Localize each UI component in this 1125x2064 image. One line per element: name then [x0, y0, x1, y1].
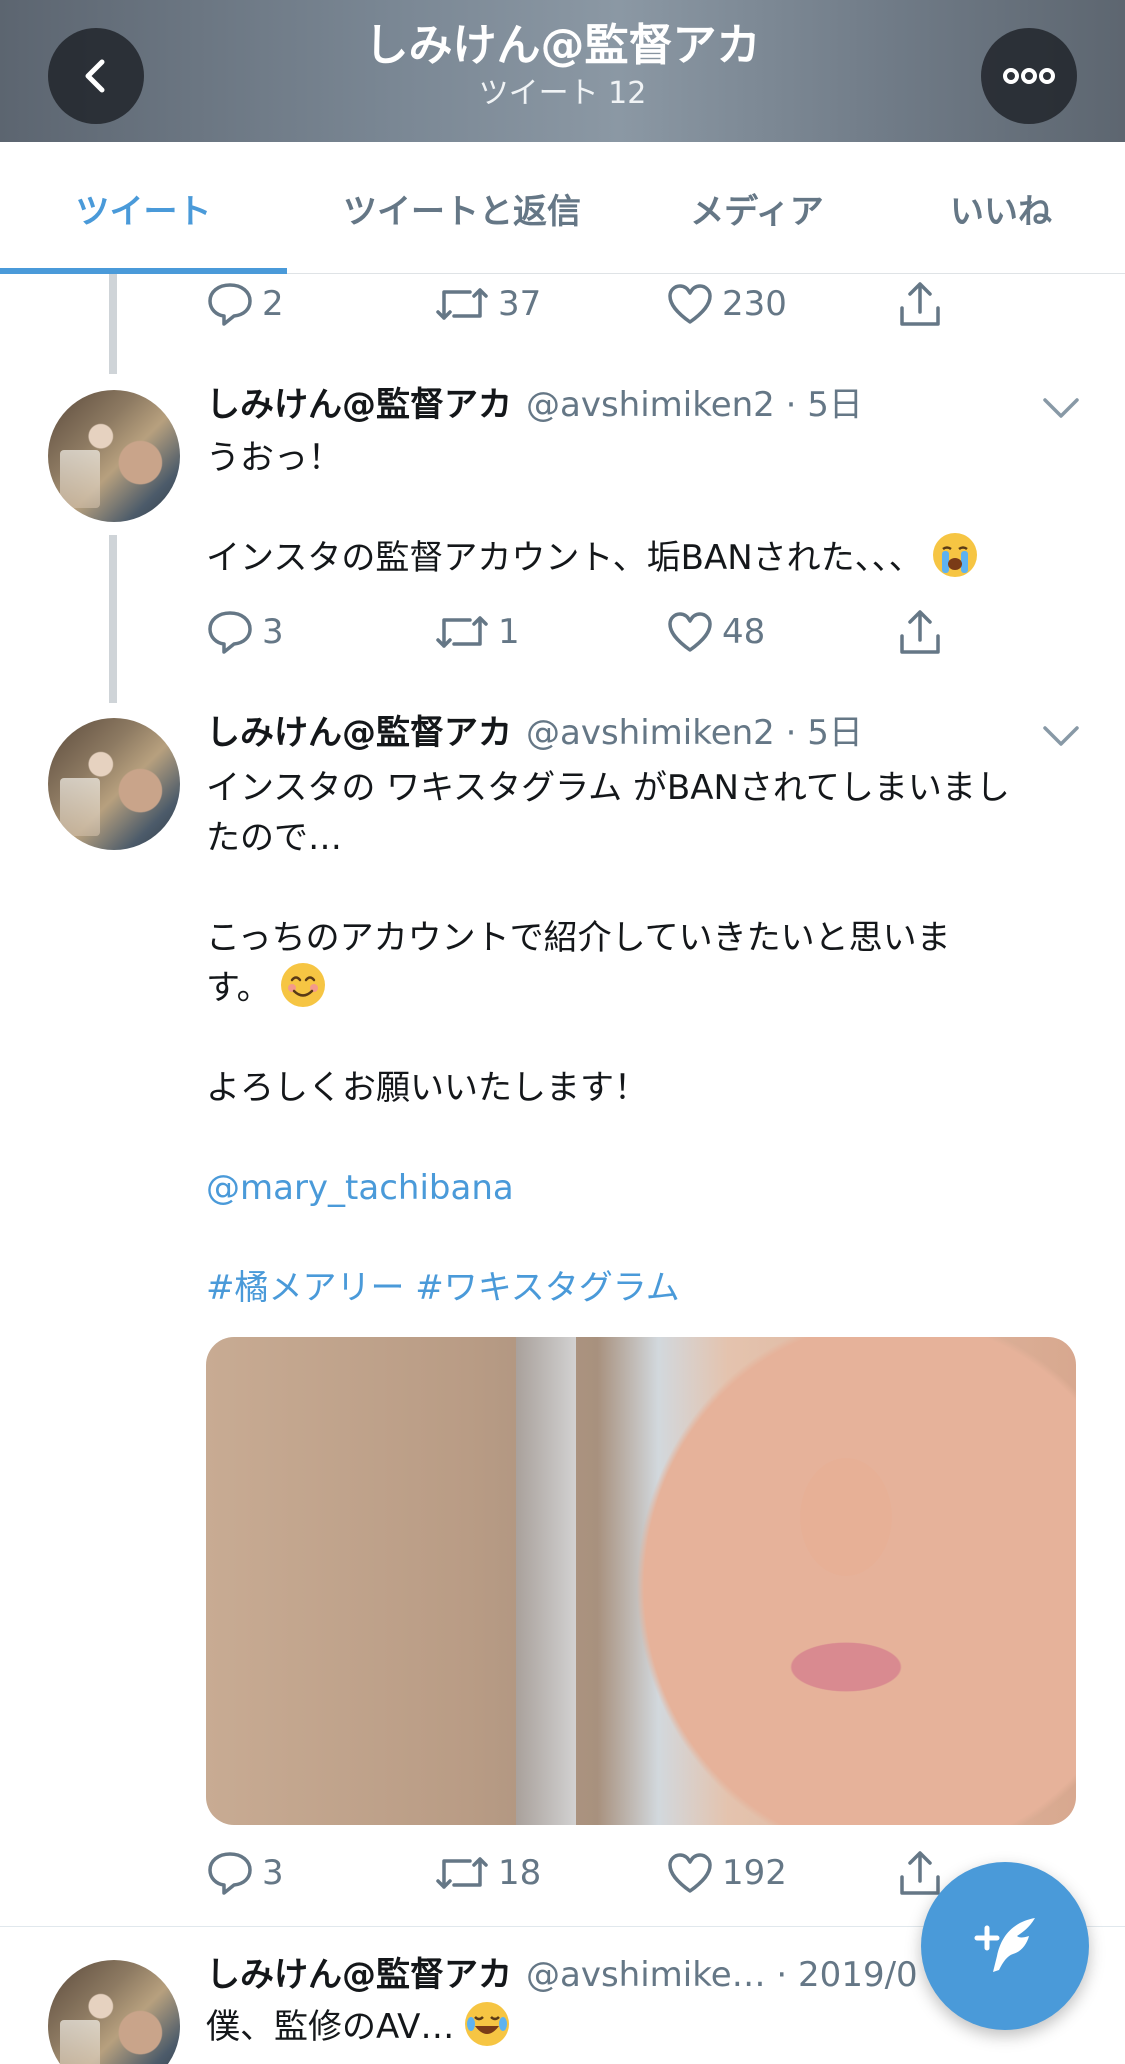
- author-name[interactable]: しみけん@監督アカ: [206, 1955, 512, 1995]
- tweet-line: インスタの監督アカウント、垢BANされた、、、: [206, 533, 1086, 583]
- tweet-media-image[interactable]: [206, 1337, 1076, 1825]
- retweet-button[interactable]: 1: [434, 607, 520, 657]
- tab-tweets[interactable]: ツイート: [0, 142, 287, 274]
- reply-button[interactable]: 2: [206, 279, 284, 329]
- retweet-count: 1: [498, 612, 520, 652]
- retweet-count: 18: [498, 1853, 542, 1893]
- like-count: 230: [722, 284, 787, 324]
- author-name[interactable]: しみけん@監督アカ: [206, 385, 512, 425]
- hashtag-links[interactable]: #橘メアリー #ワキスタグラム: [206, 1263, 1086, 1313]
- tweet-header: しみけん@監督アカ @avshimiken2 · 5日: [206, 383, 863, 427]
- share-button[interactable]: [896, 607, 952, 657]
- tab-media[interactable]: メディア: [637, 142, 877, 274]
- retweet-count: 37: [498, 284, 542, 324]
- tweet-line: インスタの ワキスタグラム がBANされてしまいまし: [206, 768, 1010, 808]
- tweet-line: うおっ！: [206, 438, 342, 478]
- tweet-line-text: 僕、監修のAV…: [206, 2007, 455, 2047]
- reply-count: 2: [262, 284, 284, 324]
- smiling-face-icon: [281, 963, 326, 1007]
- retweet-icon: [436, 616, 488, 648]
- reply-icon: [208, 611, 252, 654]
- tweet-line: よろしくお願いいたします！: [206, 1068, 648, 1108]
- image-shadow: [516, 1337, 576, 1825]
- tweet-line: こっちのアカウントで紹介していきたいと思いま: [206, 918, 951, 958]
- compose-icon: [974, 1918, 1035, 1972]
- like-icon: [668, 284, 712, 324]
- compose-tweet-button[interactable]: [921, 1862, 1089, 2030]
- like-count: 192: [722, 1853, 787, 1893]
- share-icon: [900, 1851, 940, 1895]
- retweet-button[interactable]: 18: [434, 1848, 541, 1898]
- tweet-header: しみけん@監督アカ @avshimike… · 2019/0: [206, 1953, 918, 1997]
- reply-button[interactable]: 3: [206, 1848, 284, 1898]
- more-icon: [1003, 68, 1055, 84]
- like-icon: [668, 1853, 712, 1893]
- thread-line: [109, 274, 117, 374]
- chevron-down-icon[interactable]: [1041, 396, 1081, 420]
- like-button[interactable]: 48: [666, 607, 765, 657]
- face-with-tears-of-joy-icon: [465, 2002, 510, 2046]
- avatar[interactable]: [48, 718, 180, 850]
- author-meta: @avshimike… · 2019/0: [526, 1955, 918, 1995]
- tweet-line: たので…: [206, 818, 342, 858]
- retweet-button[interactable]: 37: [434, 279, 541, 329]
- author-name[interactable]: しみけん@監督アカ: [206, 713, 512, 753]
- tweet-line: す。: [206, 963, 1086, 1013]
- share-icon: [900, 610, 940, 654]
- tweet-header: しみけん@監督アカ @avshimiken2 · 5日: [206, 711, 863, 755]
- reply-icon: [208, 1852, 252, 1895]
- avatar[interactable]: [48, 390, 180, 522]
- tweet-text: インスタの ワキスタグラム がBANされてしまいまし たので… こっちのアカウン…: [206, 763, 1086, 1313]
- retweet-icon: [436, 1857, 488, 1889]
- author-meta: @avshimiken2 · 5日: [526, 385, 863, 425]
- like-count: 48: [722, 612, 766, 652]
- profile-tabs: ツイート ツイートと返信 メディア いいね: [0, 142, 1125, 274]
- tab-likes[interactable]: いいね: [877, 142, 1125, 274]
- reply-button[interactable]: 3: [206, 607, 284, 657]
- mention-link[interactable]: @mary_tachibana: [206, 1163, 1086, 1213]
- thread-line: [109, 535, 117, 703]
- tweet-actions: 3 1 48: [206, 607, 966, 657]
- more-button[interactable]: [981, 28, 1077, 124]
- loudly-crying-face-icon: [933, 533, 978, 577]
- profile-header: しみけん@監督アカ ツイート 12: [0, 0, 1125, 142]
- reply-count: 3: [262, 1853, 284, 1893]
- chevron-down-icon[interactable]: [1041, 724, 1081, 748]
- active-tab-indicator: [0, 268, 287, 274]
- share-button[interactable]: [896, 279, 952, 329]
- tweet-actions: 2 37 230: [206, 279, 966, 329]
- tab-tweets-and-replies[interactable]: ツイートと返信: [287, 142, 637, 274]
- tweet-actions: 3 18 192: [206, 1848, 966, 1898]
- reply-count: 3: [262, 612, 284, 652]
- page-title: しみけん@監督アカ: [364, 20, 761, 71]
- tweet-text: うおっ！ インスタの監督アカウント、垢BANされた、、、: [206, 433, 1086, 583]
- tweet-line-text: す。: [206, 968, 271, 1008]
- tweet-line-text: インスタの監督アカウント、垢BANされた、、、: [206, 538, 923, 578]
- retweet-icon: [436, 288, 488, 320]
- like-icon: [668, 612, 712, 652]
- reply-icon: [208, 283, 252, 326]
- tweet-count: ツイート 12: [478, 76, 647, 111]
- share-icon: [900, 282, 940, 326]
- author-meta: @avshimiken2 · 5日: [526, 713, 863, 753]
- like-button[interactable]: 230: [666, 279, 787, 329]
- avatar[interactable]: [48, 1960, 180, 2064]
- like-button[interactable]: 192: [666, 1848, 787, 1898]
